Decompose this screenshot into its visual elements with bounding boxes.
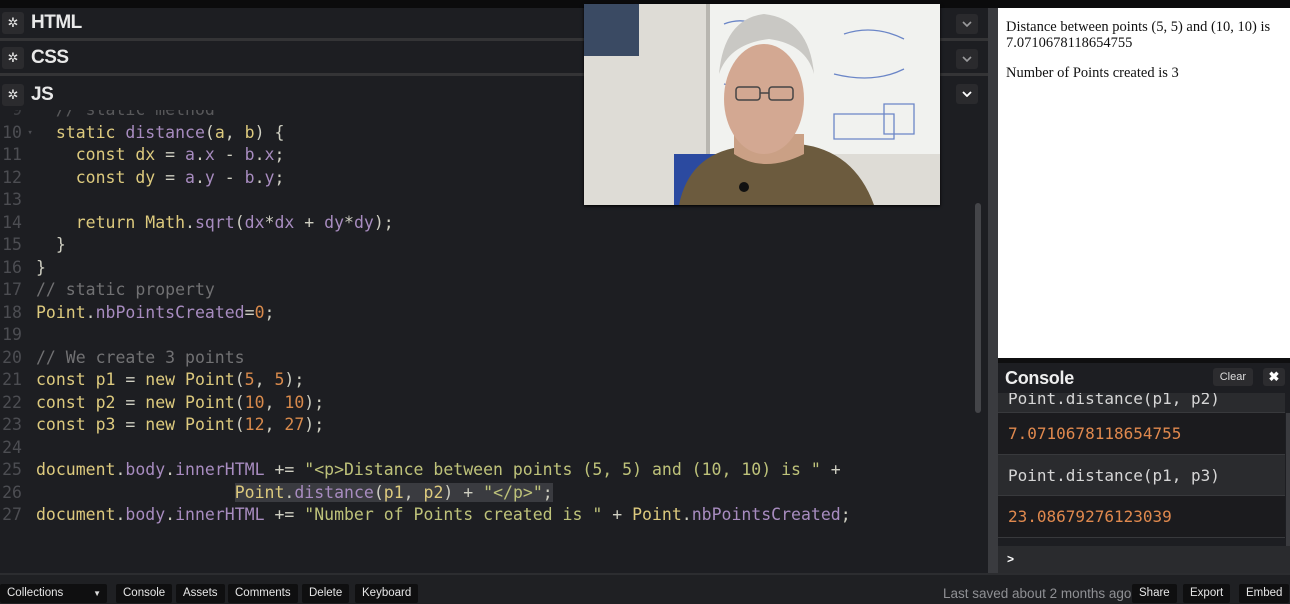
code-text: // static method <box>36 110 215 122</box>
line-number: 12 <box>2 167 22 187</box>
code-text: const p3 = new Point(12, 27); <box>36 415 325 434</box>
console-header: Console Clear ✖ <box>998 363 1290 393</box>
preview-distance-text: Distance between points (5, 5) and (10, … <box>1006 19 1271 52</box>
code-text: // We create 3 points <box>36 347 245 367</box>
line-number: 20 <box>2 347 22 367</box>
panel-title-css: CSS <box>31 47 69 68</box>
preview-count-text: Number of Points created is 3 <box>1006 65 1179 82</box>
code-line[interactable]: 27 document.body.innerHTML += "Number of … <box>0 504 980 527</box>
console-panel: Console Clear ✖ Point.distance(p1, p2) 7… <box>998 358 1290 573</box>
line-number: 25 <box>2 460 22 479</box>
line-number: 17 <box>2 280 22 299</box>
code-text: Point.distance(p1, p2) + "</p>"; <box>234 482 553 502</box>
code-line[interactable]: 16} <box>0 257 980 280</box>
console-log: Point.distance(p1, p2) 7.071067811865475… <box>998 393 1285 543</box>
close-icon[interactable]: ✖ <box>1263 368 1285 386</box>
webcam-presenter-image <box>584 4 940 205</box>
line-number: 27 <box>2 505 22 524</box>
code-text: const p2 = new Point(10, 10); <box>36 392 325 412</box>
line-number: 26 <box>2 482 22 502</box>
code-line[interactable]: 22 const p2 = new Point(10, 10); <box>0 392 980 415</box>
result-preview: Distance between points (5, 5) and (10, … <box>998 8 1290 358</box>
line-number: 9 <box>0 110 22 122</box>
line-number: 11 <box>2 145 22 164</box>
console-entry-result: 23.08679276123039 <box>998 496 1285 538</box>
last-saved-status: Last saved about 2 months ago <box>943 586 1132 601</box>
export-button[interactable]: Export <box>1183 584 1231 603</box>
line-number: 18 <box>2 302 22 322</box>
console-entry-command: Point.distance(p1, p2) <box>998 393 1285 413</box>
code-text: static distance(a, b) { <box>55 122 285 142</box>
code-text: } <box>36 257 46 277</box>
console-input[interactable]: > <box>998 546 1290 573</box>
console-clear-button[interactable]: Clear <box>1212 368 1253 386</box>
gear-icon[interactable]: ✲ <box>2 12 24 34</box>
chevron-down-icon[interactable] <box>956 14 978 34</box>
chevron-down-icon[interactable] <box>956 84 978 104</box>
code-line[interactable]: 25 document.body.innerHTML += "<p>Distanc… <box>0 459 980 482</box>
line-number: 21 <box>2 370 22 389</box>
prompt-icon: > <box>1007 552 1015 566</box>
console-entry-command: Point.distance(p1, p3) <box>998 454 1285 496</box>
code-text: document.body.innerHTML += "<p>Distance … <box>36 460 841 479</box>
line-number: 16 <box>2 257 22 277</box>
console-scrollbar[interactable] <box>1286 413 1290 563</box>
comments-button[interactable]: Comments <box>228 584 298 603</box>
code-line[interactable]: 17 // static property <box>0 279 980 302</box>
pane-resize-handle[interactable] <box>988 8 998 573</box>
console-button[interactable]: Console <box>116 584 173 603</box>
code-line[interactable]: 23 const p3 = new Point(12, 27); <box>0 414 980 437</box>
code-line[interactable]: 18 Point.nbPointsCreated=0; <box>0 302 980 325</box>
code-text: } <box>55 235 66 254</box>
code-line[interactable]: 21 const p1 = new Point(5, 5); <box>0 369 980 392</box>
line-number: 15 <box>2 235 22 254</box>
share-button[interactable]: Share <box>1132 584 1177 603</box>
editor-scrollbar[interactable] <box>975 203 981 413</box>
code-text: document.body.innerHTML += "Number of Po… <box>36 505 851 524</box>
webcam-video <box>584 4 940 205</box>
assets-button[interactable]: Assets <box>176 584 225 603</box>
gear-icon[interactable]: ✲ <box>2 47 24 69</box>
code-line[interactable]: 20 // We create 3 points <box>0 347 980 370</box>
chevron-down-icon[interactable] <box>956 49 978 69</box>
line-number: 13 <box>2 190 22 209</box>
line-number: 10 <box>2 122 22 142</box>
code-line[interactable]: 24 <box>0 437 980 460</box>
code-text: return Math.sqrt(dx*dx + dy*dy); <box>75 212 394 232</box>
footer-bar: Collections ▼ Console Assets Comments Del… <box>0 573 1290 604</box>
line-number: 23 <box>2 415 22 434</box>
caret-down-icon: ▼ <box>93 589 101 598</box>
panel-title-html: HTML <box>31 12 82 33</box>
code-text: const dx = a.x - b.x; <box>75 145 285 164</box>
code-text: // static property <box>36 280 215 299</box>
delete-button[interactable]: Delete <box>302 584 350 603</box>
console-entry-result: 7.0710678118654755 <box>998 413 1285 455</box>
console-title: Console <box>1005 367 1074 388</box>
code-text: const p1 = new Point(5, 5); <box>36 370 305 389</box>
collections-label: Collections <box>7 587 64 599</box>
panel-title-js: JS <box>31 83 54 105</box>
gear-icon[interactable]: ✲ <box>2 83 24 106</box>
code-line[interactable]: 26 Point.distance(p1, p2) + "</p>"; <box>0 482 980 505</box>
code-line[interactable]: 19 <box>0 324 980 347</box>
line-number: 19 <box>2 325 22 344</box>
embed-button[interactable]: Embed <box>1239 584 1290 603</box>
code-line[interactable]: 15 } <box>0 234 980 257</box>
code-line[interactable]: 14 return Math.sqrt(dx*dx + dy*dy); <box>0 212 980 235</box>
fold-arrow-icon[interactable]: ▾ <box>22 122 36 145</box>
keyboard-button[interactable]: Keyboard <box>355 584 419 603</box>
line-number: 24 <box>2 437 22 457</box>
code-text: Point.nbPointsCreated=0; <box>36 302 275 322</box>
code-text: const dy = a.y - b.y; <box>75 167 285 187</box>
collections-dropdown[interactable]: Collections ▼ <box>0 584 107 603</box>
line-number: 22 <box>2 392 22 412</box>
line-number: 14 <box>2 212 22 232</box>
